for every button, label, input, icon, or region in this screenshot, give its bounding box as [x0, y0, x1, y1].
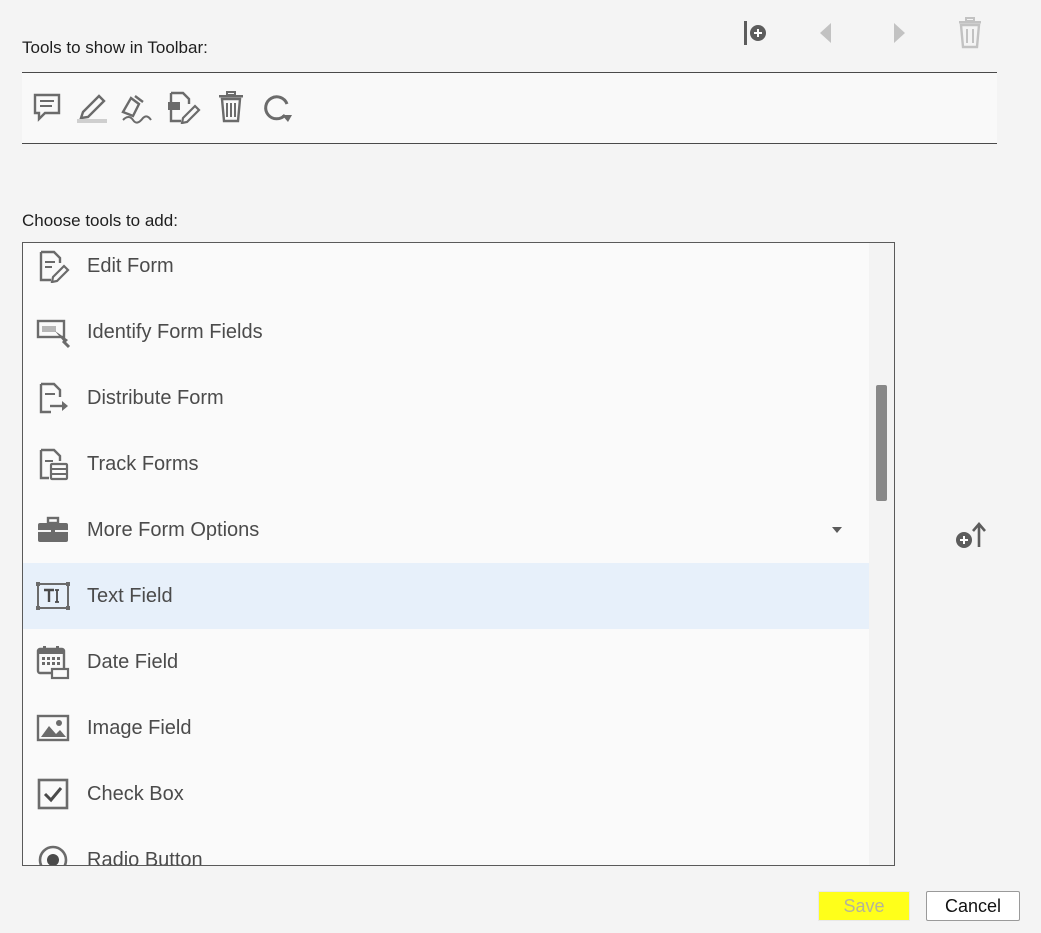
scrollbar-thumb[interactable] [876, 385, 887, 501]
identify-form-fields-icon [35, 314, 71, 350]
list-item-date-field[interactable]: Date Field [23, 629, 869, 695]
toolbar-section-label: Tools to show in Toolbar: [22, 38, 208, 57]
sign-icon [121, 95, 152, 124]
choose-tools-label: Choose tools to add: [22, 211, 178, 230]
toolbar-tool-sign[interactable] [118, 88, 156, 126]
distribute-form-icon [35, 380, 71, 416]
list-item-label: More Form Options [87, 518, 260, 541]
tools-list[interactable]: Edit Form Identify Form Fields Distribut… [22, 242, 895, 866]
list-item-label: Identify Form Fields [87, 320, 263, 343]
save-button[interactable]: Save [818, 891, 910, 921]
toolbar-tool-rotate[interactable] [258, 88, 296, 126]
cancel-button[interactable]: Cancel [926, 891, 1020, 921]
scrollbar-track[interactable] [869, 243, 894, 865]
list-item-identify-form-fields[interactable]: Identify Form Fields [23, 299, 869, 365]
chevron-down-icon[interactable] [829, 522, 845, 538]
highlight-icon [77, 94, 107, 123]
comment-icon [33, 93, 61, 122]
list-item-check-box[interactable]: Check Box [23, 761, 869, 827]
list-item-track-forms[interactable]: Track Forms [23, 431, 869, 497]
move-left-button[interactable] [808, 14, 844, 52]
delete-icon [959, 17, 981, 49]
add-separator-button[interactable] [737, 14, 773, 52]
edit-form-icon [35, 248, 71, 284]
list-item-label: Distribute Form [87, 386, 224, 409]
toolbar-tool-edit-pdf[interactable] [164, 88, 202, 126]
image-field-icon [35, 710, 71, 746]
toolbar-tool-comment[interactable] [28, 88, 66, 126]
edit-pdf-icon [168, 91, 201, 124]
list-item-image-field[interactable]: Image Field [23, 695, 869, 761]
add-up-icon [956, 522, 986, 548]
list-item-label: Radio Button [87, 848, 203, 866]
list-item-label: Edit Form [87, 254, 174, 277]
list-item-radio-button[interactable]: Radio Button [23, 827, 869, 866]
move-left-icon [820, 23, 831, 43]
list-item-label: Image Field [87, 716, 192, 739]
delete-icon [219, 91, 243, 123]
text-field-icon [35, 578, 71, 614]
checkbox-icon [35, 776, 71, 812]
list-item-label: Track Forms [87, 452, 199, 475]
add-to-toolbar-button[interactable] [950, 516, 992, 556]
briefcase-icon [35, 512, 71, 548]
delete-tool-button[interactable] [952, 14, 988, 52]
list-item-text-field[interactable]: Text Field [23, 563, 869, 629]
list-item-label: Check Box [87, 782, 184, 805]
date-field-icon [35, 644, 71, 680]
add-separator-icon [744, 21, 766, 45]
list-item-more-form-options[interactable]: More Form Options [23, 497, 869, 563]
toolbar-tool-highlight[interactable] [73, 88, 111, 126]
list-item-label: Date Field [87, 650, 179, 673]
rotate-icon [264, 95, 292, 122]
move-right-icon [894, 23, 905, 43]
move-right-button[interactable] [881, 14, 917, 52]
list-item-edit-form[interactable]: Edit Form [23, 243, 869, 299]
toolbar-tool-delete[interactable] [212, 88, 250, 126]
track-forms-icon [35, 446, 71, 482]
list-item-label: Text Field [87, 584, 173, 607]
list-item-distribute-form[interactable]: Distribute Form [23, 365, 869, 431]
radio-button-icon [35, 842, 71, 865]
